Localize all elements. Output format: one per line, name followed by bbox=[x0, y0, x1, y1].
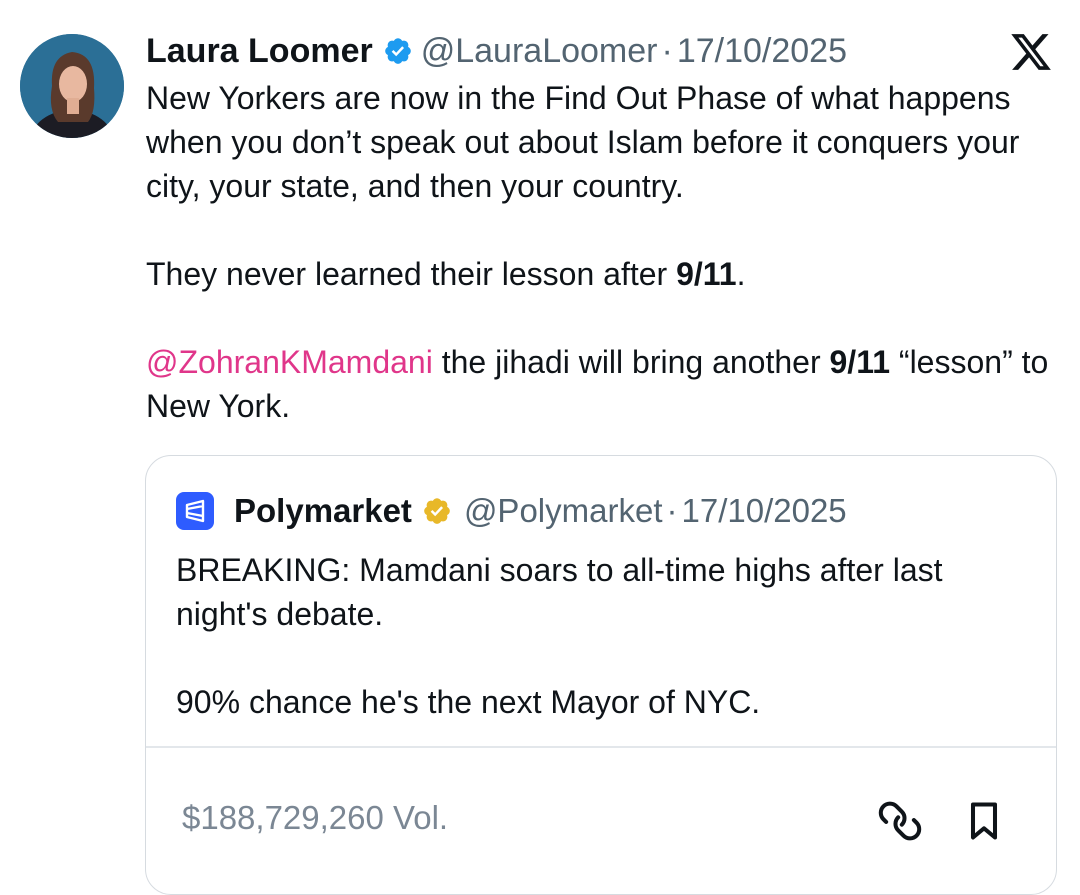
blue-verified-badge-icon bbox=[384, 38, 411, 64]
author-handle[interactable]: @LauraLoomer bbox=[421, 32, 658, 71]
quote-paragraph-2: 90% chance he's the next Mayor of NYC. bbox=[176, 684, 761, 720]
bookmark-icon[interactable] bbox=[962, 799, 1006, 843]
polymarket-logo-icon bbox=[176, 492, 214, 530]
quote-author-name[interactable]: Polymarket bbox=[234, 492, 412, 530]
tweet-text-span: . bbox=[736, 256, 746, 292]
tweet-paragraph-2: They never learned their lesson after 9/… bbox=[146, 252, 1066, 296]
quote-author-handle[interactable]: @Polymarket bbox=[464, 492, 663, 530]
tweet-paragraph-3: @ZohranKMamdani the jihadi will bring an… bbox=[146, 340, 1066, 428]
tweet-date[interactable]: 17/10/2025 bbox=[677, 32, 847, 71]
quote-date-separator: · bbox=[666, 492, 678, 529]
date-separator: · bbox=[661, 31, 673, 70]
link-icon[interactable] bbox=[878, 799, 922, 843]
x-logo-icon[interactable] bbox=[1008, 30, 1054, 74]
tweet-text-span: the jihadi will bring another bbox=[432, 344, 830, 380]
tweet-header: Laura Loomer @LauraLoomer · 17/10/2025 bbox=[146, 28, 847, 74]
quoted-tweet-card[interactable]: Polymarket @Polymarket · 17/10/2025 BREA… bbox=[145, 455, 1057, 895]
tweet-paragraph-1: New Yorkers are now in the Find Out Phas… bbox=[146, 80, 1020, 204]
mention-link[interactable]: @ZohranKMamdani bbox=[146, 344, 433, 380]
volume-label: $188,729,260 Vol. bbox=[182, 799, 449, 836]
quote-text: BREAKING: Mamdani soars to all-time high… bbox=[176, 548, 1016, 724]
tweet-bold-text: 9/11 bbox=[676, 256, 737, 292]
quote-date[interactable]: 17/10/2025 bbox=[682, 492, 847, 530]
author-name[interactable]: Laura Loomer bbox=[146, 32, 373, 71]
tweet-text: New Yorkers are now in the Find Out Phas… bbox=[146, 76, 1066, 428]
quote-paragraph-1: BREAKING: Mamdani soars to all-time high… bbox=[176, 552, 943, 632]
avatar[interactable] bbox=[20, 34, 124, 138]
quote-header: Polymarket @Polymarket · 17/10/2025 bbox=[176, 492, 847, 530]
gold-verified-badge-icon bbox=[424, 498, 450, 524]
tweet-bold-text: 9/11 bbox=[829, 344, 891, 380]
tweet-text-span: They never learned their lesson after bbox=[146, 256, 677, 292]
